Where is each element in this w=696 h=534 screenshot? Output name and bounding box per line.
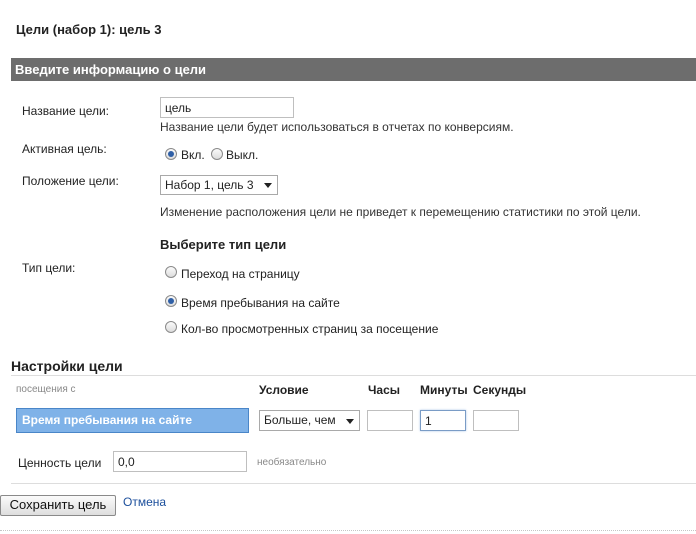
visits-label: посещения с xyxy=(16,384,76,395)
goal-position-select[interactable]: Набор 1, цель 3 xyxy=(160,175,278,195)
goal-type-pages-label[interactable]: Кол-во просмотренных страниц за посещени… xyxy=(181,322,438,336)
cancel-link[interactable]: Отмена xyxy=(123,495,166,509)
footer-divider xyxy=(0,530,696,531)
seconds-column-header: Секунды xyxy=(473,383,527,397)
condition-select[interactable]: Больше, чем xyxy=(259,410,360,431)
goal-type-time-label[interactable]: Время пребывания на сайте xyxy=(181,296,340,310)
hours-input[interactable] xyxy=(367,410,413,431)
actions-divider xyxy=(11,483,696,484)
goal-settings-heading: Настройки цели xyxy=(11,358,123,374)
minutes-column-header: Минуты xyxy=(420,383,468,397)
goal-type-pageview-label[interactable]: Переход на страницу xyxy=(181,267,300,281)
settings-divider xyxy=(11,375,696,376)
goal-type-pageview-radio[interactable] xyxy=(165,266,177,278)
active-on-radio[interactable] xyxy=(165,148,177,160)
section-header: Введите информацию о цели xyxy=(11,58,696,81)
optional-label: необязательно xyxy=(257,457,327,468)
active-goal-label: Активная цель: xyxy=(22,142,107,156)
goal-type-heading: Выберите тип цели xyxy=(160,237,287,252)
active-off-label[interactable]: Выкл. xyxy=(226,148,258,162)
goal-position-hint: Изменение расположения цели не приведет … xyxy=(160,205,641,219)
save-goal-button[interactable]: Сохранить цель xyxy=(0,495,116,516)
goal-name-input[interactable] xyxy=(160,97,294,118)
goal-position-value: Набор 1, цель 3 xyxy=(165,178,254,192)
condition-column-header: Условие xyxy=(259,383,309,397)
goal-position-label: Положение цели: xyxy=(22,174,119,188)
goal-type-label: Тип цели: xyxy=(22,261,76,275)
goal-value-label: Ценность цели xyxy=(18,456,102,470)
goal-value-input[interactable] xyxy=(113,451,247,472)
hours-column-header: Часы xyxy=(368,383,401,397)
goal-type-pages-radio[interactable] xyxy=(165,321,177,333)
condition-value: Больше, чем xyxy=(264,413,336,427)
goal-name-hint: Название цели будет использоваться в отч… xyxy=(160,120,514,134)
seconds-input[interactable] xyxy=(473,410,519,431)
time-on-site-field: Время пребывания на сайте xyxy=(16,408,249,433)
chevron-down-icon xyxy=(346,419,354,424)
minutes-input[interactable] xyxy=(420,410,466,431)
active-off-radio[interactable] xyxy=(211,148,223,160)
goal-type-time-radio[interactable] xyxy=(165,295,177,307)
page-title: Цели (набор 1): цель 3 xyxy=(16,22,162,37)
active-on-label[interactable]: Вкл. xyxy=(181,148,205,162)
goal-name-label: Название цели: xyxy=(22,104,110,118)
chevron-down-icon xyxy=(264,183,272,188)
